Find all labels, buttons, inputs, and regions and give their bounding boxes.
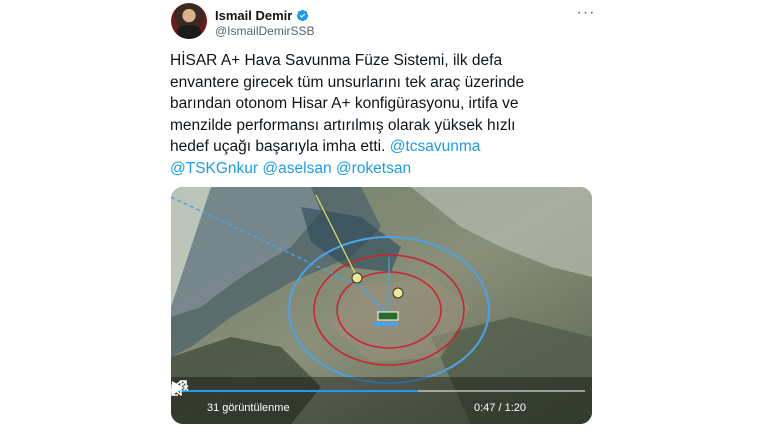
video-progress-fill bbox=[178, 390, 419, 392]
tweet-text-line: envantere girecek tüm unsurlarını tek ar… bbox=[170, 73, 525, 91]
tweet-text-line: hedef uçağı başarıyla imha etti. @tcsavu… bbox=[170, 136, 600, 158]
mention-link[interactable]: @roketsan bbox=[336, 160, 411, 177]
fullscreen-icon[interactable] bbox=[171, 380, 187, 396]
tweet-text-line: menzilde performansı artırılmış olarak y… bbox=[170, 116, 516, 134]
mention-link[interactable]: @aselsan bbox=[262, 160, 331, 177]
tweet-text-line: barından otonom Hisar A+ konfigürasyonu,… bbox=[170, 95, 519, 112]
author-name[interactable]: Ismail Demir bbox=[215, 8, 292, 23]
more-icon[interactable]: ··· bbox=[575, 4, 597, 24]
verified-badge-icon bbox=[297, 9, 309, 22]
video-progress-bar[interactable] bbox=[178, 390, 585, 392]
views-count: 31 görüntülenme bbox=[207, 402, 290, 414]
video-player[interactable]: 31 görüntülenme 0:47 / 1:20 bbox=[171, 187, 592, 424]
author-handle[interactable]: @IsmailDemirSSB bbox=[215, 24, 315, 38]
video-time: 0:47 / 1:20 bbox=[474, 402, 526, 414]
tweet-text-segment: hedef uçağı başarıyla imha etti. bbox=[170, 138, 390, 155]
tweet: Ismail Demir @IsmailDemirSSB ··· HİSAR A… bbox=[0, 0, 770, 432]
tweet-text-line: HİSAR A+ Hava Savunma Füze Sistemi, ilk … bbox=[170, 52, 503, 69]
video-controls: 31 görüntülenme 0:47 / 1:20 bbox=[171, 380, 592, 424]
tweet-text-line: @TSKGnkur @aselsan @roketsan bbox=[170, 158, 600, 180]
tweet-text: HİSAR A+ Hava Savunma Füze Sistemi, ilk … bbox=[170, 50, 600, 179]
mention-link[interactable]: @tcsavunma bbox=[390, 138, 481, 155]
author-name-row[interactable]: Ismail Demir bbox=[215, 8, 309, 23]
avatar[interactable] bbox=[171, 3, 207, 39]
mention-link[interactable]: @TSKGnkur bbox=[170, 160, 258, 177]
